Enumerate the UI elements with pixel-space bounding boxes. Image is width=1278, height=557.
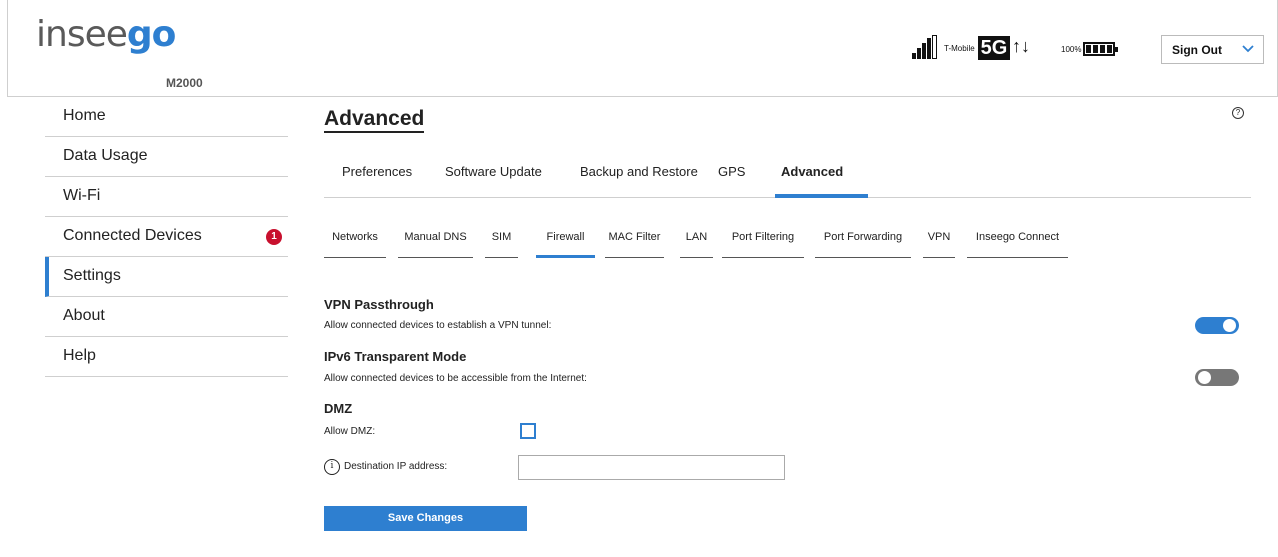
subtab-sim[interactable]: SIM — [485, 222, 518, 258]
subtab-inseego-connect[interactable]: Inseego Connect — [967, 222, 1068, 258]
chevron-down-icon — [1241, 42, 1255, 59]
page-title: Advanced — [324, 107, 425, 133]
allow-dmz-checkbox[interactable] — [520, 423, 536, 439]
sidebar-item-about[interactable]: About — [45, 297, 288, 337]
sidebar-item-connected-devices[interactable]: Connected Devices 1 — [45, 217, 288, 257]
destination-ip-label: Destination IP address: — [344, 461, 448, 472]
help-icon[interactable]: ? — [1232, 107, 1244, 119]
dmz-title: DMZ — [324, 401, 353, 416]
vpn-passthrough-desc: Allow connected devices to establish a V… — [324, 320, 552, 331]
subtab-lan[interactable]: LAN — [680, 222, 713, 258]
sidebar-item-settings[interactable]: Settings — [45, 257, 288, 297]
tab-gps[interactable]: GPS — [712, 150, 751, 198]
sidebar-item-label: Help — [63, 347, 96, 364]
tab-software-update[interactable]: Software Update — [439, 150, 548, 198]
inseego-logo: inseego — [36, 14, 177, 55]
vpn-passthrough-toggle[interactable] — [1195, 317, 1239, 334]
sidebar-item-wifi[interactable]: Wi-Fi — [45, 177, 288, 217]
subtab-vpn[interactable]: VPN — [923, 222, 955, 258]
subtab-port-filtering[interactable]: Port Filtering — [722, 222, 804, 258]
save-changes-button[interactable]: Save Changes — [324, 506, 527, 531]
sidebar-item-label: About — [63, 307, 105, 324]
destination-ip-input[interactable] — [518, 455, 785, 480]
ipv6-mode-toggle[interactable] — [1195, 369, 1239, 386]
sidebar-item-label: Wi-Fi — [63, 187, 101, 204]
network-type-badge: 5G — [978, 36, 1010, 60]
toggle-knob — [1198, 371, 1211, 384]
sign-out-label: Sign Out — [1172, 42, 1222, 57]
sidebar-item-home[interactable]: Home — [45, 97, 288, 137]
subtab-firewall[interactable]: Firewall — [536, 222, 595, 258]
sign-out-dropdown[interactable]: Sign Out — [1161, 35, 1264, 64]
sidebar-item-label: Connected Devices — [63, 227, 202, 244]
allow-dmz-label: Allow DMZ: — [324, 426, 376, 437]
battery-percentage: 100% — [1061, 45, 1082, 54]
sidebar-item-label: Settings — [63, 267, 121, 284]
info-icon[interactable]: i — [324, 459, 340, 475]
notification-badge: 1 — [266, 229, 282, 245]
signal-strength-icon — [912, 35, 938, 59]
toggle-knob — [1223, 319, 1236, 332]
logo-text-accent: go — [126, 14, 177, 55]
tab-advanced[interactable]: Advanced — [775, 150, 868, 198]
subtab-port-forwarding[interactable]: Port Forwarding — [815, 222, 911, 258]
sidebar-item-data-usage[interactable]: Data Usage — [45, 137, 288, 177]
ipv6-mode-desc: Allow connected devices to be accessible… — [324, 373, 587, 384]
subtab-mac-filter[interactable]: MAC Filter — [605, 222, 664, 258]
sidebar-item-label: Home — [63, 107, 106, 124]
data-transfer-icon: ↑↓ — [1012, 36, 1030, 56]
sidebar-item-label: Data Usage — [63, 147, 148, 164]
tab-preferences[interactable]: Preferences — [336, 150, 418, 198]
battery-icon — [1083, 42, 1118, 56]
sidebar-item-help[interactable]: Help — [45, 337, 288, 377]
logo-text-main: insee — [36, 14, 128, 55]
subtab-manual-dns[interactable]: Manual DNS — [398, 222, 473, 258]
tab-backup-restore[interactable]: Backup and Restore — [574, 150, 704, 198]
carrier-name: T-Mobile — [944, 44, 975, 53]
sidebar-nav: Home Data Usage Wi-Fi Connected Devices 1… — [45, 97, 288, 377]
vpn-passthrough-title: VPN Passthrough — [324, 297, 434, 312]
settings-tabs: Preferences Software Update Backup and R… — [324, 150, 1251, 198]
device-model: M2000 — [166, 76, 203, 90]
subtab-networks[interactable]: Networks — [324, 222, 386, 258]
ipv6-mode-title: IPv6 Transparent Mode — [324, 349, 467, 364]
